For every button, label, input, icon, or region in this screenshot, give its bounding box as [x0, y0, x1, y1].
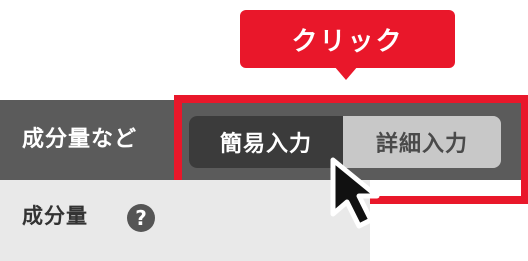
callout-pointer: [334, 66, 358, 80]
question-circle-icon[interactable]: ?: [127, 204, 155, 232]
component-amount-label: 成分量: [22, 204, 88, 228]
arrow-cursor-icon: [330, 157, 380, 229]
help-icon-glyph: ?: [135, 206, 147, 230]
click-callout: クリック: [240, 10, 455, 68]
section-title: 成分量など: [22, 127, 138, 152]
callout-text: クリック: [291, 26, 404, 57]
